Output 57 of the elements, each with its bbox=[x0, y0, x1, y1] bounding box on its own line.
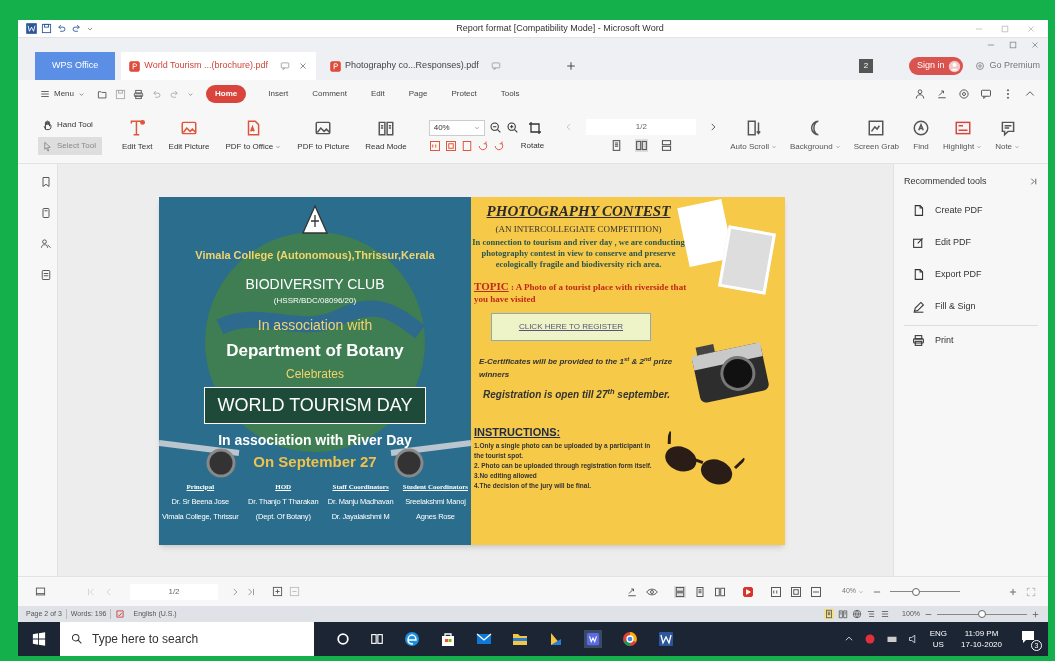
keyboard-layout[interactable]: US bbox=[932, 639, 944, 650]
river-day-text: In association with River Day bbox=[218, 431, 412, 450]
menu-button[interactable]: Menu bbox=[40, 88, 85, 100]
toolbar-button[interactable]: Find bbox=[906, 118, 937, 153]
panel-title: Recommended tools bbox=[904, 175, 987, 188]
contest-description: In connection to tourism and river day , we are conducting photography contest in view to conserve and preserve ecologically fragile and biodiversity rich area. bbox=[471, 237, 686, 270]
registration-number: (HSSR/BDC/08096/20) bbox=[273, 294, 357, 307]
toolbar-button[interactable]: Edit Text bbox=[116, 118, 159, 153]
search-field[interactable]: Type here to search bbox=[60, 622, 314, 656]
register-banner[interactable]: CLICK HERE TO REGISTER bbox=[491, 313, 651, 341]
menu-tab[interactable]: Comment bbox=[310, 88, 349, 100]
page-field[interactable]: 1/2 bbox=[130, 583, 218, 600]
menu-tab[interactable]: Tools bbox=[498, 88, 522, 100]
celebrates-text: Celebrates bbox=[286, 366, 344, 383]
toolbar-button[interactable]: PDF to Office bbox=[219, 118, 288, 153]
menu-tab[interactable]: Protect bbox=[449, 88, 479, 100]
clock-date[interactable]: 17-10-2020 bbox=[961, 639, 1002, 650]
window-title: Report format [Compatibility Mode] - Microsoft Word bbox=[455, 21, 665, 35]
menu-tab[interactable]: Insert bbox=[266, 88, 291, 100]
sign-in-button[interactable]: Sign in bbox=[908, 57, 964, 75]
language-indicator[interactable]: ENG bbox=[929, 628, 948, 639]
instructions-heading: INSTRUCTIONS: bbox=[474, 425, 561, 440]
toolbar-button[interactable]: PDF to Picture bbox=[291, 118, 356, 153]
tool-mode-button[interactable]: Hand Tool bbox=[38, 116, 102, 134]
zoom-field[interactable]: 40% bbox=[428, 119, 485, 136]
event-date: On September 27 bbox=[253, 452, 377, 472]
department-name: Department of Botany bbox=[226, 339, 404, 362]
club-name: BIODIVERSITY CLUB bbox=[245, 274, 385, 294]
tool-item[interactable]: Print bbox=[894, 325, 1048, 356]
toolbar-button[interactable]: Note bbox=[989, 118, 1027, 153]
toolbar-button[interactable]: Highlight bbox=[937, 118, 989, 153]
college-name: Vimala College (Autonomous),Thrissur,Kerala bbox=[195, 248, 435, 263]
rotate-button[interactable]: Rotate bbox=[520, 139, 545, 152]
menu-tab[interactable]: Page bbox=[406, 88, 430, 100]
event-banner: WORLD TOURISM DAY bbox=[204, 387, 426, 424]
contest-subtitle: (AN INTERCOLLEGIATE COMPETITION) bbox=[495, 222, 662, 236]
tool-item[interactable]: Create PDF bbox=[894, 194, 1048, 227]
tool-item[interactable]: Export PDF bbox=[894, 258, 1048, 291]
toolbar-button[interactable]: Read Mode bbox=[359, 118, 413, 153]
toolbar-button[interactable]: Screen Grab bbox=[847, 118, 906, 153]
tool-item[interactable]: Edit PDF bbox=[894, 226, 1048, 259]
toolbar-button[interactable]: Background bbox=[783, 118, 847, 153]
document-tab[interactable]: World Tourism ...(brochure).pdf bbox=[121, 52, 317, 80]
window-count-badge: 2 bbox=[858, 59, 873, 73]
go-premium-button[interactable]: Go Premium bbox=[975, 59, 1040, 73]
toolbar-button[interactable]: Auto Scroll bbox=[724, 118, 783, 153]
contest-title: PHOTOGRAPHY CONTEST bbox=[486, 202, 671, 221]
toolbar-button[interactable]: Edit Picture bbox=[162, 118, 216, 153]
tool-item[interactable]: Fill & Sign bbox=[894, 290, 1048, 323]
clock-time[interactable]: 11:09 PM bbox=[964, 628, 999, 639]
page-field[interactable]: 1/2 bbox=[586, 119, 697, 135]
association-text: In association with bbox=[257, 315, 373, 335]
certificate-note: E-Certificates will be provided to the 1$^{st}$ & 2$^{nd}$ prize winners bbox=[479, 355, 674, 381]
menu-tab[interactable]: Home bbox=[206, 85, 247, 103]
registration-deadline: Registration is open till 27$^{th}$ september. bbox=[483, 387, 671, 402]
topic-text: TOPIC : A Photo of a tourist place with riverside that you have visited bbox=[473, 280, 688, 305]
menu-tab[interactable]: Edit bbox=[368, 88, 387, 100]
